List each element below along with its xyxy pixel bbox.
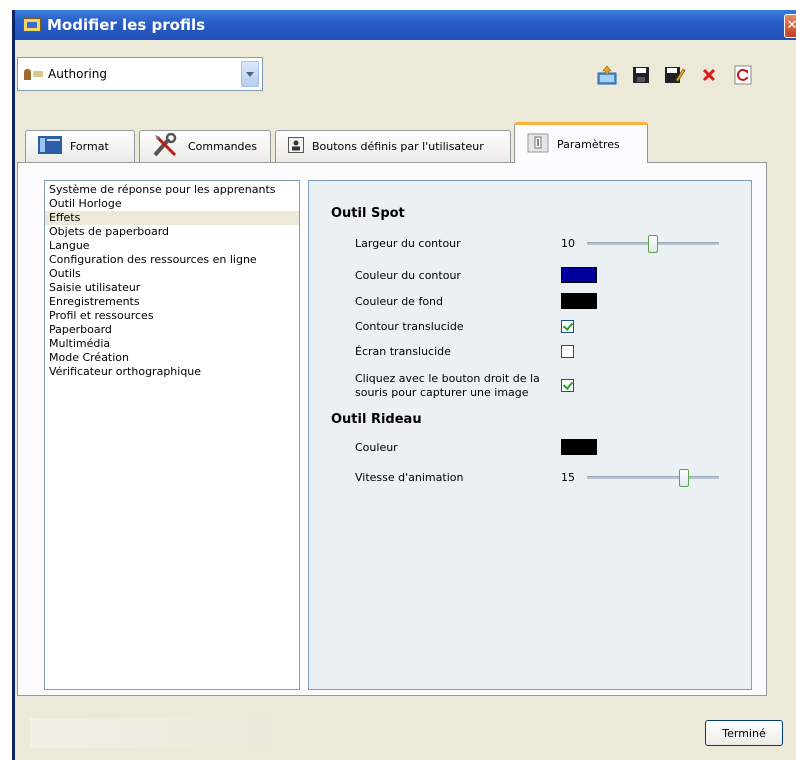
- list-item[interactable]: Objets de paperboard: [45, 225, 299, 239]
- edit-save-icon[interactable]: [658, 62, 692, 88]
- list-item[interactable]: Système de réponse pour les apprenants: [45, 183, 299, 197]
- fill-color-swatch[interactable]: [561, 293, 597, 309]
- list-item[interactable]: Profil et ressources: [45, 309, 299, 323]
- list-item[interactable]: Outil Horloge: [45, 197, 299, 211]
- slider-thumb[interactable]: [648, 235, 658, 253]
- export-icon[interactable]: [590, 62, 624, 88]
- border-color-label: Couleur du contour: [355, 269, 461, 282]
- profile-icon: [24, 67, 44, 81]
- user-button-icon: [288, 137, 304, 156]
- tab-format[interactable]: Format: [25, 130, 135, 162]
- translucent-border-checkbox[interactable]: [561, 320, 574, 333]
- profile-selected-value: Authoring: [48, 67, 107, 81]
- settings-icon: [527, 133, 549, 156]
- slider-thumb[interactable]: [679, 469, 689, 487]
- curtain-color-label: Couleur: [355, 441, 398, 454]
- category-list[interactable]: Système de réponse pour les apprenants O…: [44, 180, 300, 690]
- curtain-color-swatch[interactable]: [561, 439, 597, 455]
- list-item[interactable]: Enregistrements: [45, 295, 299, 309]
- slider-track: [587, 476, 719, 479]
- translucent-screen-label: Écran translucide: [355, 345, 451, 358]
- list-item[interactable]: Mode Création: [45, 351, 299, 365]
- window-title: Modifier les profils: [47, 16, 206, 34]
- list-item-selected[interactable]: Effets: [45, 211, 299, 225]
- animation-speed-value: 15: [561, 471, 575, 484]
- section-title-spot: Outil Spot: [331, 206, 405, 221]
- format-icon: [38, 136, 62, 157]
- tab-label: Commandes: [188, 140, 258, 153]
- right-click-checkbox[interactable]: [561, 379, 574, 392]
- tab-boutons-utilisateur[interactable]: Boutons définis par l'utilisateur: [275, 130, 511, 162]
- refresh-icon[interactable]: [726, 62, 760, 88]
- tab-label: Paramètres: [557, 137, 620, 151]
- list-item[interactable]: Outils: [45, 267, 299, 281]
- section-title-curtain: Outil Rideau: [331, 412, 422, 427]
- profile-dropdown[interactable]: Authoring: [17, 57, 263, 91]
- done-button[interactable]: Terminé: [705, 720, 783, 746]
- list-item[interactable]: Langue: [45, 239, 299, 253]
- save-icon[interactable]: [624, 62, 658, 88]
- list-item[interactable]: Vérificateur orthographique: [45, 365, 299, 379]
- delete-icon[interactable]: [692, 62, 726, 88]
- footer-area: [30, 718, 270, 748]
- tools-icon: [152, 132, 180, 160]
- settings-panel: Outil Spot Largeur du contour 10 Couleur…: [308, 180, 752, 690]
- profile-toolbar: [590, 62, 760, 88]
- app-icon: [23, 18, 41, 32]
- animation-speed-label: Vitesse d'animation: [355, 471, 464, 484]
- right-click-label-line-1: Cliquez avec le bouton droit de la: [355, 372, 540, 385]
- border-width-slider[interactable]: [587, 235, 719, 253]
- list-item[interactable]: Configuration des ressources en ligne: [45, 253, 299, 267]
- tab-label: Format: [70, 140, 109, 153]
- tab-label: Boutons définis par l'utilisateur: [312, 140, 484, 153]
- border-color-swatch[interactable]: [561, 267, 597, 283]
- chevron-down-icon[interactable]: [241, 61, 259, 87]
- translucent-screen-checkbox[interactable]: [561, 345, 574, 358]
- list-item[interactable]: Saisie utilisateur: [45, 281, 299, 295]
- title-bar: Modifier les profils ✕: [15, 10, 796, 40]
- close-button[interactable]: ✕: [784, 14, 796, 38]
- animation-speed-slider[interactable]: [587, 469, 719, 487]
- tab-parametres[interactable]: Paramètres: [514, 122, 648, 163]
- translucent-border-label: Contour translucide: [355, 320, 464, 333]
- tab-commandes[interactable]: Commandes: [139, 130, 271, 162]
- border-width-label: Largeur du contour: [355, 237, 461, 250]
- border-width-value: 10: [561, 237, 575, 250]
- right-click-label: Cliquez avec le bouton droit de la souri…: [355, 372, 540, 400]
- list-item[interactable]: Multimédia: [45, 337, 299, 351]
- list-item[interactable]: Paperboard: [45, 323, 299, 337]
- fill-color-label: Couleur de fond: [355, 295, 443, 308]
- right-click-label-line-2: souris pour capturer une image: [355, 386, 529, 399]
